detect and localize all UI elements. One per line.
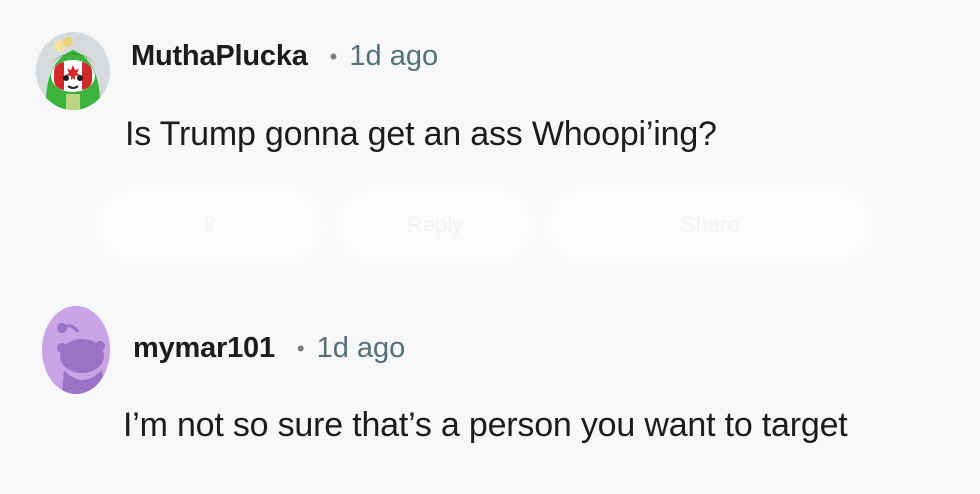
timestamp[interactable]: 1d ago xyxy=(349,40,438,73)
username[interactable]: mymar101 xyxy=(133,332,275,365)
user-avatar[interactable] xyxy=(42,306,110,394)
comment-body: Is Trump gonna get an ass Whoopi’ing? xyxy=(125,115,717,153)
vote-button[interactable]: ⇧ xyxy=(110,200,310,250)
user-avatar[interactable] xyxy=(36,32,110,110)
timestamp[interactable]: 1d ago xyxy=(317,332,406,365)
comment-meta: MuthaPlucka • 1d ago xyxy=(131,40,438,73)
comment-action-bar: ⇧ Reply Share xyxy=(110,192,910,258)
comment-body: I’m not so sure that’s a person you want… xyxy=(123,406,848,444)
comment-thread: MuthaPlucka • 1d ago Is Trump gonna get … xyxy=(0,0,980,494)
upvote-icon: ⇧ xyxy=(200,212,220,237)
meta-separator: • xyxy=(329,43,338,69)
snoo-avatar-icon xyxy=(42,306,110,394)
comment-meta: mymar101 • 1d ago xyxy=(133,332,405,365)
reply-button[interactable]: Reply xyxy=(350,200,520,250)
reply-label: Reply xyxy=(406,212,464,237)
share-label: Share xyxy=(680,212,740,237)
username[interactable]: MuthaPlucka xyxy=(131,40,308,73)
share-button[interactable]: Share xyxy=(560,200,860,250)
snoo-avatar-icon xyxy=(36,34,110,110)
meta-separator: • xyxy=(296,335,305,361)
